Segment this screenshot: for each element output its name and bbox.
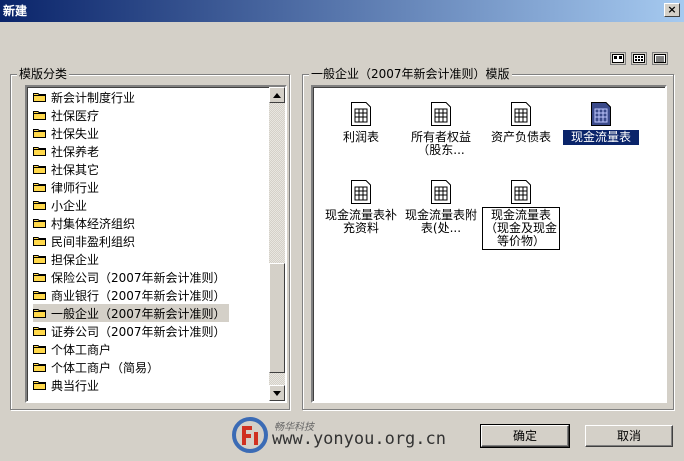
folder-icon: [33, 273, 46, 282]
category-list[interactable]: 新会计制度行业 社保医疗社保失业社保养老社保其它律师行业小企业村集体经济组织 民间非…: [25, 85, 287, 403]
folder-icon: [33, 219, 46, 228]
template-item[interactable]: 所有者权益（股东...: [401, 101, 481, 158]
template-group: 一般企业（2007年新会计准则）模版 利润表 所有者权益（股东... 资产负债表 现金…: [302, 66, 674, 410]
template-item[interactable]: 资产负债表: [481, 101, 561, 145]
large-icons-view-icon[interactable]: [610, 52, 626, 65]
template-item[interactable]: 现金流量表（现金及现金等价物）: [481, 179, 561, 250]
folder-icon: [33, 93, 46, 102]
folder-icon: [33, 129, 46, 138]
template-item[interactable]: 现金流量表: [561, 101, 641, 145]
watermark-logo-icon: [232, 417, 268, 453]
folder-icon: [33, 291, 46, 300]
category-item[interactable]: 社保医疗: [33, 106, 102, 124]
ok-button[interactable]: 确定: [480, 424, 570, 448]
folder-icon: [33, 363, 46, 372]
category-item-label: 担保企业: [51, 252, 100, 267]
category-item-label: 一般企业（2007年新会计准则）: [51, 306, 226, 321]
template-item[interactable]: 利润表: [321, 101, 401, 145]
folder-icon: [33, 201, 46, 210]
list-view-icon[interactable]: [652, 52, 668, 65]
spreadsheet-icon: [431, 180, 451, 204]
template-item[interactable]: 现金流量表附表(处...: [401, 179, 481, 236]
arrow-down-icon: [273, 390, 281, 396]
folder-icon: [33, 309, 46, 318]
folder-icon: [33, 345, 46, 354]
category-item-label: 新会计制度行业: [51, 90, 136, 105]
scroll-down-button[interactable]: [269, 385, 285, 401]
window-title: 新建: [3, 4, 28, 18]
template-item-label: 现金流量表: [563, 130, 639, 145]
spreadsheet-icon: [351, 102, 371, 126]
category-item[interactable]: 个体工商户: [33, 340, 114, 358]
category-item[interactable]: 新会计制度行业: [33, 88, 138, 106]
category-item-label: 证券公司（2007年新会计准则）: [51, 324, 226, 339]
category-item-label: 个体工商户（简易）: [51, 360, 160, 375]
category-item[interactable]: 村集体经济组织: [33, 214, 138, 232]
template-item-label: 现金流量表附表(处...: [405, 208, 478, 235]
category-item-label: 律师行业: [51, 180, 100, 195]
folder-icon: [33, 111, 46, 120]
category-item[interactable]: 律师行业: [33, 178, 102, 196]
template-list[interactable]: 利润表 所有者权益（股东... 资产负债表 现金流量表现金流量表补充资料 现金流量表附表…: [311, 85, 667, 403]
category-item[interactable]: 证券公司（2007年新会计准则）: [33, 322, 229, 340]
watermark-url: www.yonyou.org.cn: [272, 429, 446, 449]
folder-icon: [33, 165, 46, 174]
category-group: 模版分类 新会计制度行业 社保医疗社保失业社保养老社保其它律师行业小企业村集体经济…: [10, 66, 290, 410]
category-item[interactable]: 典当行业: [33, 376, 102, 394]
category-item-label: 个体工商户: [51, 342, 112, 357]
scroll-thumb[interactable]: [269, 263, 285, 373]
category-item[interactable]: 社保失业: [33, 124, 102, 142]
template-item-label: 资产负债表: [490, 130, 551, 144]
category-item[interactable]: 担保企业: [33, 250, 102, 268]
category-item-label: 小企业: [51, 198, 88, 213]
template-item-label: 现金流量表（现金及现金等价物）: [482, 207, 560, 250]
category-item-label: 社保医疗: [51, 108, 100, 123]
folder-icon: [33, 255, 46, 264]
template-item[interactable]: 现金流量表补充资料: [321, 179, 401, 236]
template-item-label: 现金流量表补充资料: [325, 208, 398, 235]
category-item-label: 村集体经济组织: [51, 216, 136, 231]
title-bar: 新建 ×: [0, 0, 684, 22]
category-item[interactable]: 商业银行（2007年新会计准则）: [33, 286, 229, 304]
spreadsheet-icon: [511, 180, 531, 204]
category-item-label: 民间非盈利组织: [51, 234, 136, 249]
folder-icon: [33, 381, 46, 390]
category-item[interactable]: 保险公司（2007年新会计准则）: [33, 268, 229, 286]
spreadsheet-icon: [591, 102, 611, 126]
template-item-label: 所有者权益（股东...: [410, 130, 471, 157]
category-item-label: 社保失业: [51, 126, 100, 141]
category-item-label: 社保其它: [51, 162, 100, 177]
category-item[interactable]: 一般企业（2007年新会计准则）: [33, 304, 229, 322]
folder-icon: [33, 327, 46, 336]
view-mode-toolbar: [610, 52, 668, 65]
small-icons-view-icon[interactable]: [631, 52, 647, 65]
category-item[interactable]: 社保其它: [33, 160, 102, 178]
category-item-label: 典当行业: [51, 378, 100, 393]
category-item[interactable]: 小企业: [33, 196, 90, 214]
close-button[interactable]: ×: [664, 3, 680, 17]
category-group-title: 模版分类: [17, 66, 70, 82]
category-item[interactable]: 个体工商户（简易）: [33, 358, 162, 376]
category-item-label: 保险公司（2007年新会计准则）: [51, 270, 226, 285]
scroll-up-button[interactable]: [269, 87, 285, 103]
folder-icon: [33, 147, 46, 156]
category-item-label: 社保养老: [51, 144, 100, 159]
category-item-label: 商业银行（2007年新会计准则）: [51, 288, 226, 303]
template-item-label: 利润表: [342, 130, 379, 144]
folder-icon: [33, 183, 46, 192]
template-group-title: 一般企业（2007年新会计准则）模版: [309, 66, 512, 82]
spreadsheet-icon: [511, 102, 531, 126]
spreadsheet-icon: [431, 102, 451, 126]
category-scrollbar[interactable]: [269, 87, 285, 401]
arrow-up-icon: [273, 92, 281, 98]
spreadsheet-icon: [351, 180, 371, 204]
cancel-button[interactable]: 取消: [585, 425, 673, 447]
category-item[interactable]: 民间非盈利组织: [33, 232, 138, 250]
category-item[interactable]: 社保养老: [33, 142, 102, 160]
folder-icon: [33, 237, 46, 246]
